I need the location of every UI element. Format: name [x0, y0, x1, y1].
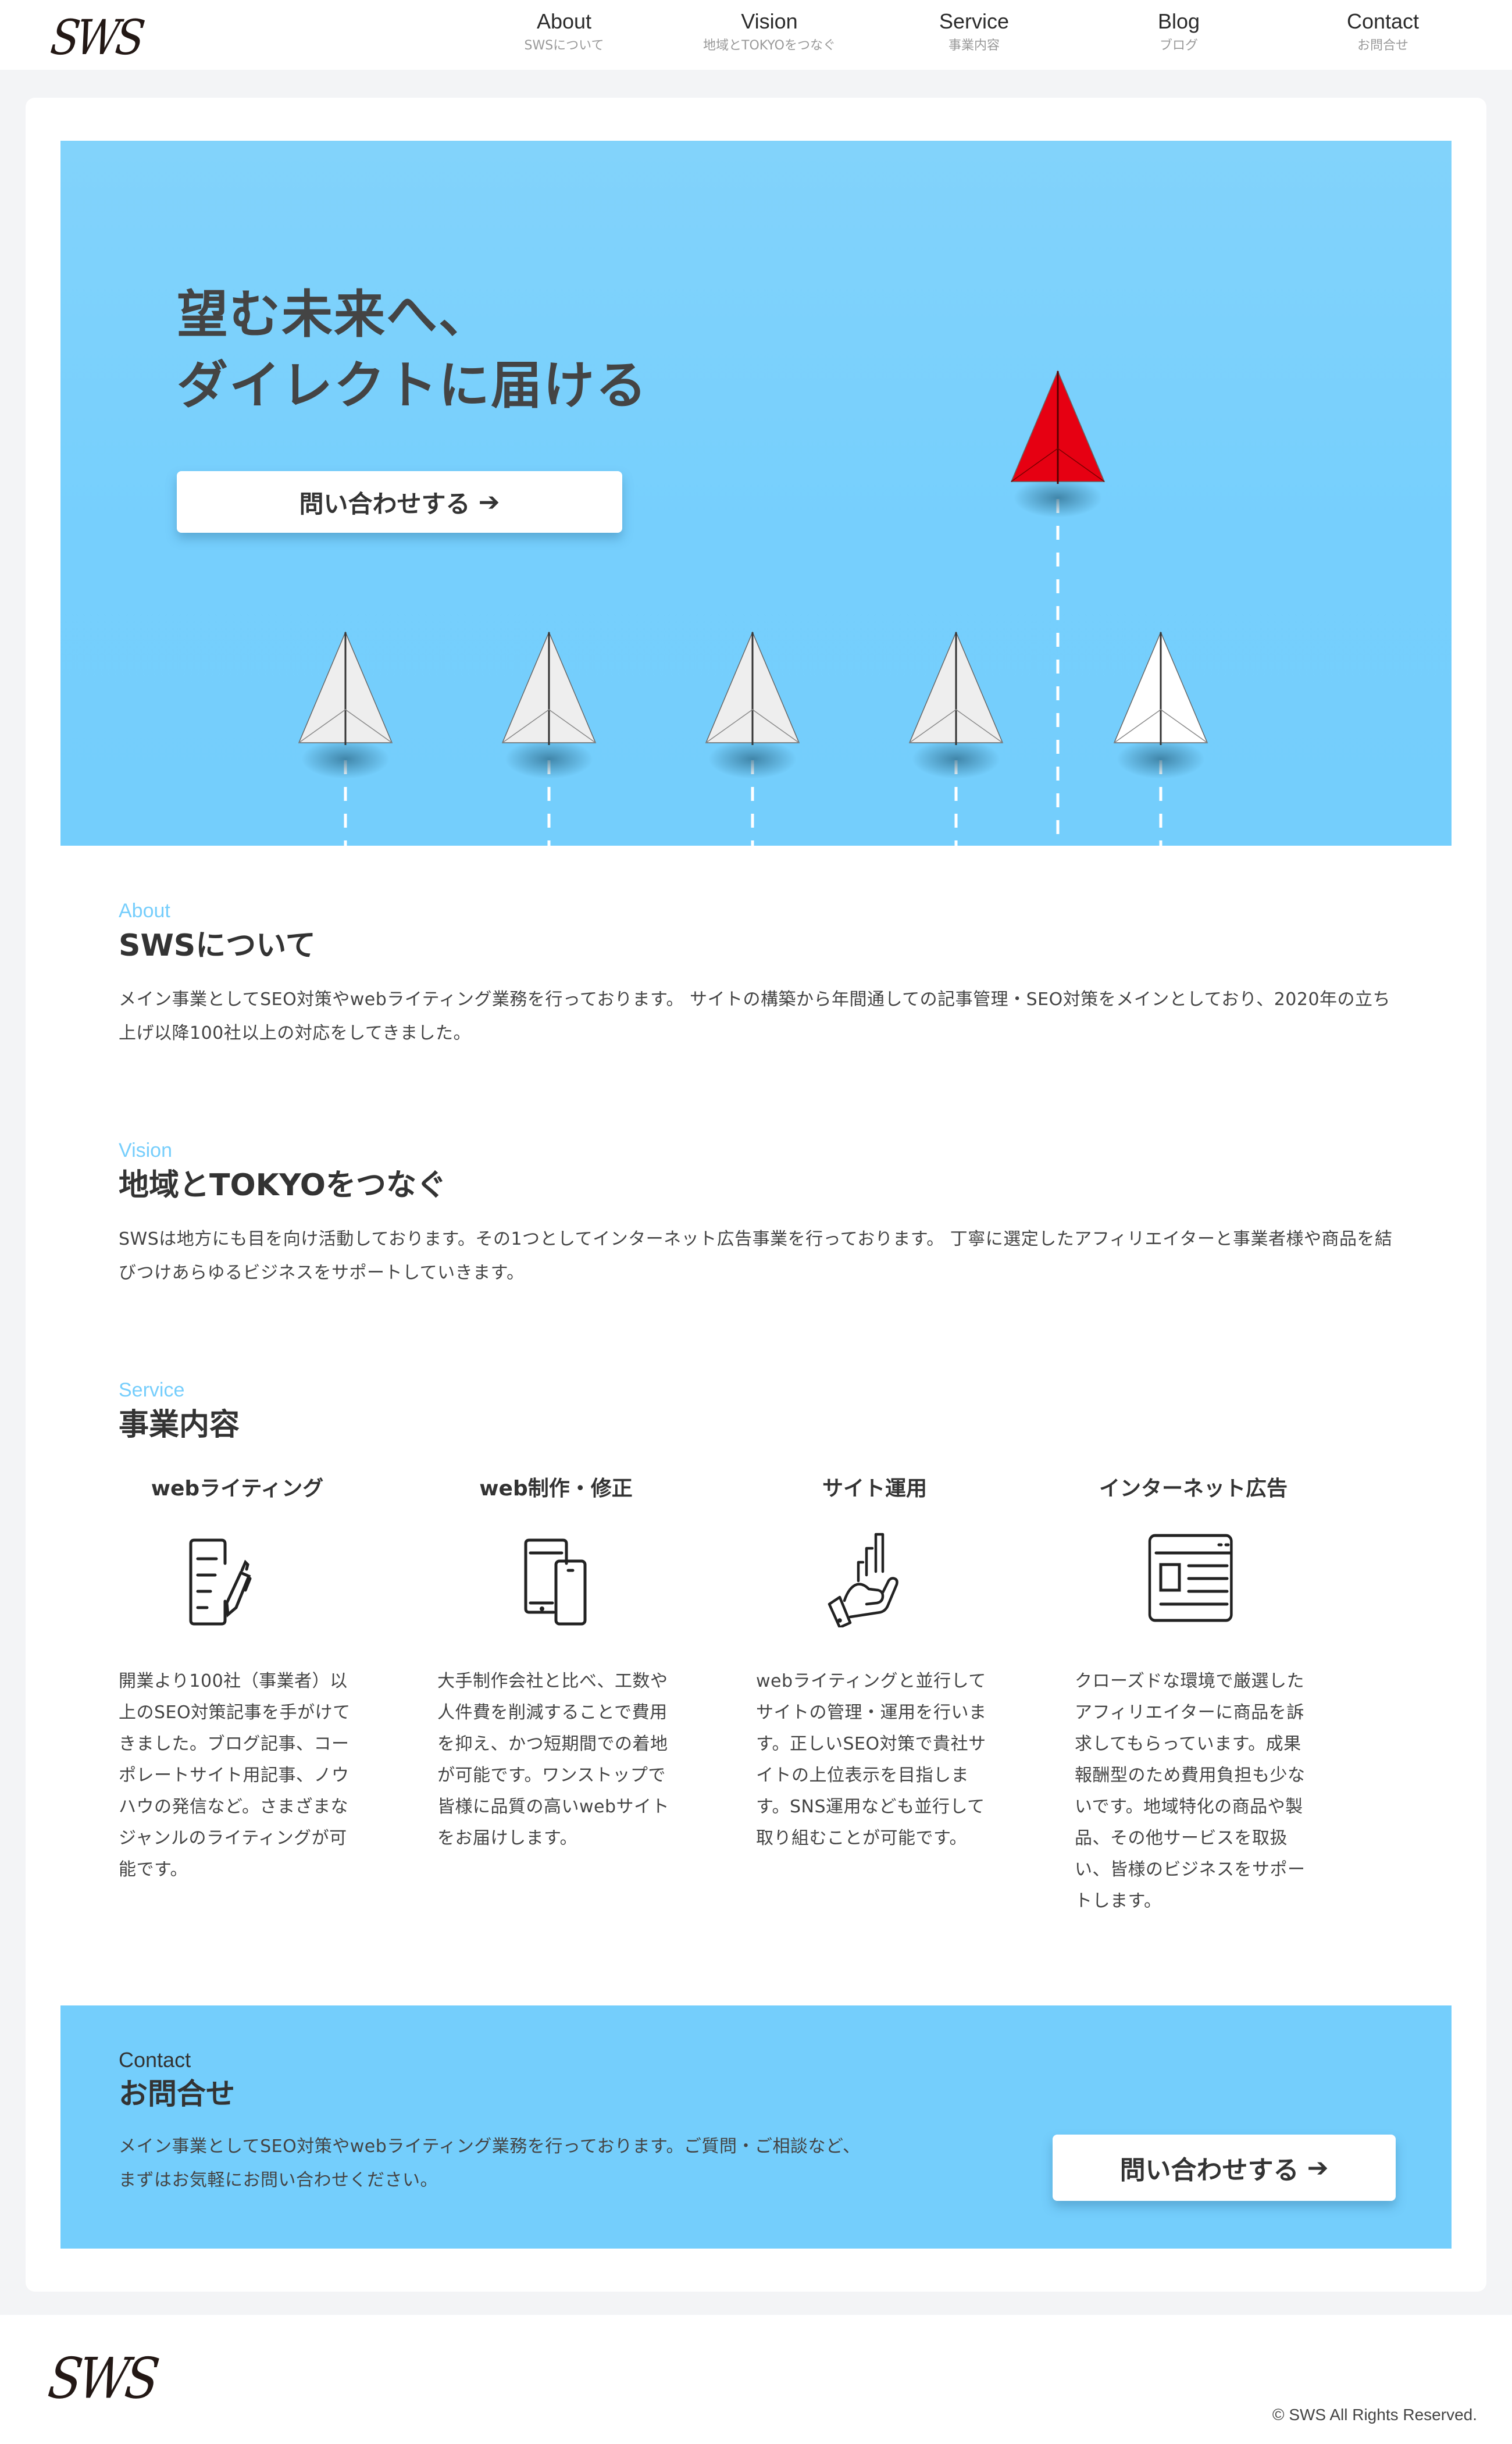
- section-body: SWSは地方にも目を向け活動しております。その1つとしてインターネット広告事業を…: [119, 1229, 1393, 1283]
- footer-logo[interactable]: SWS: [45, 2346, 159, 2411]
- contact-button[interactable]: 問い合わせする ➔: [1053, 2135, 1396, 2201]
- button-label: 問い合わせする: [299, 489, 470, 518]
- section-label: Contact: [119, 2048, 191, 2072]
- section-body: メイン事業としてSEO対策やwebライティング業務を行っております。ご質問・ご相…: [119, 2136, 861, 2190]
- service-item-internet-ads: インターネット広告 クローズドな環境で厳選したアフィリエイターに商品を訴求しても…: [1075, 1475, 1393, 1917]
- section-body: メイン事業としてSEO対策やwebライティング業務を行っております。 サイトの構…: [119, 989, 1391, 1043]
- nav-sublabel: SWSについて: [524, 38, 604, 53]
- main-nav: About SWSについて Vision 地域とTOKYOをつなぐ Servic…: [0, 8, 1512, 66]
- arrow-right-icon: ➔: [1307, 2153, 1329, 2183]
- section-label: About: [119, 900, 170, 922]
- tablet-phone-icon: [524, 1538, 587, 1626]
- document-pencil-icon: [189, 1538, 252, 1626]
- section-label: Service: [119, 1379, 185, 1401]
- service-body: webライティングと並行してサイトの管理・運用を行います。正しいSEO対策で貴社…: [756, 1671, 987, 1848]
- hero-contact-button[interactable]: 問い合わせする ➔: [177, 471, 622, 533]
- section-title: お問合せ: [119, 2077, 235, 2111]
- vision-section: Vision 地域とTOKYOをつなぐ SWSは地方にも目を向け活動しております…: [60, 1139, 1452, 1290]
- nav-label: Service: [939, 9, 1010, 33]
- nav-sublabel: お問合せ: [1357, 38, 1408, 53]
- button-label: 問い合わせする: [1119, 2156, 1299, 2185]
- service-section: Service 事業内容 webライティング 開業より100社（事業者）以上のS…: [60, 1378, 1452, 1917]
- plane-shadow: [708, 739, 797, 779]
- nav-sublabel: 地域とTOKYOをつなぐ: [703, 38, 836, 53]
- service-body: クローズドな環境で厳選したアフィリエイターに商品を訴求してもらっています。成果報…: [1075, 1671, 1306, 1911]
- nav-item-contact[interactable]: Contact お問合せ: [1278, 8, 1488, 56]
- plane-shadow: [1014, 478, 1102, 518]
- hero-title-line2: ダイレクトに届ける: [177, 355, 648, 415]
- site-header: SWS About SWSについて Vision 地域とTOKYOをつなぐ Se…: [0, 0, 1512, 70]
- nav-label: Contact: [1346, 9, 1420, 33]
- nav-label: Vision: [741, 9, 798, 33]
- service-title: サイト運用: [822, 1477, 927, 1501]
- site-footer: SWS © SWS All Rights Reserved.: [0, 2315, 1512, 2444]
- service-body: 大手制作会社と比べ、工数や人件費を削減することで費用を抑え、かつ短期間での着地が…: [437, 1671, 670, 1848]
- arrow-right-icon: ➔: [478, 487, 500, 517]
- web-ad-layout-icon: [1148, 1534, 1233, 1622]
- copyright: © SWS All Rights Reserved.: [1272, 2406, 1477, 2424]
- nav-sublabel: 事業内容: [948, 38, 1000, 53]
- hero-title-line1: 望む未来へ、: [177, 284, 491, 344]
- nav-label: About: [536, 9, 592, 33]
- service-item-web-production: web制作・修正 大手制作会社と比べ、工数や人件費を削減することで費用を抑え、か…: [437, 1475, 756, 1917]
- nav-item-vision[interactable]: Vision 地域とTOKYOをつなぐ: [665, 8, 874, 56]
- about-section: About SWSについて メイン事業としてSEO対策やwebライティング業務を…: [60, 899, 1452, 1050]
- nav-item-about[interactable]: About SWSについて: [459, 8, 669, 56]
- plane-shadow: [912, 739, 1000, 779]
- service-item-site-operation: サイト運用 webライティングと並行してサイトの管理・運用を行います。正しいSE…: [756, 1475, 1075, 1917]
- service-body: 開業より100社（事業者）以上のSEO対策記事を手がけてきました。ブログ記事、コ…: [119, 1671, 351, 1880]
- section-title: SWSについて: [119, 928, 316, 963]
- plane-shadow: [505, 739, 593, 779]
- hero-title: 望む未来へ、 ダイレクトに届ける: [177, 279, 648, 421]
- hand-growth-chart-icon: [828, 1533, 898, 1627]
- service-title: インターネット広告: [1099, 1477, 1288, 1501]
- hero: 望む未来へ、 ダイレクトに届ける 問い合わせする ➔: [60, 141, 1452, 846]
- plane-shadow: [1117, 739, 1205, 779]
- nav-item-blog[interactable]: Blog ブログ: [1074, 8, 1283, 56]
- section-title: 事業内容: [119, 1408, 240, 1442]
- nav-item-service[interactable]: Service 事業内容: [869, 8, 1079, 56]
- service-list: webライティング 開業より100社（事業者）以上のSEO対策記事を手がけてきま…: [119, 1475, 1393, 1917]
- content-band: 望む未来へ、 ダイレクトに届ける 問い合わせする ➔ About SWSについて…: [0, 70, 1512, 2315]
- nav-label: Blog: [1157, 9, 1200, 33]
- plane-shadow: [301, 739, 390, 779]
- service-title: webライティング: [151, 1477, 324, 1501]
- nav-sublabel: ブログ: [1159, 38, 1198, 53]
- main-card: 望む未来へ、 ダイレクトに届ける 問い合わせする ➔ About SWSについて…: [26, 98, 1486, 2292]
- contact-section: Contact お問合せ メイン事業としてSEO対策やwebライティング業務を行…: [60, 2005, 1452, 2249]
- service-title: web制作・修正: [479, 1477, 633, 1501]
- section-title: 地域とTOKYOをつなぐ: [119, 1168, 447, 1203]
- section-label: Vision: [119, 1139, 172, 1162]
- service-item-web-writing: webライティング 開業より100社（事業者）以上のSEO対策記事を手がけてきま…: [119, 1475, 437, 1917]
